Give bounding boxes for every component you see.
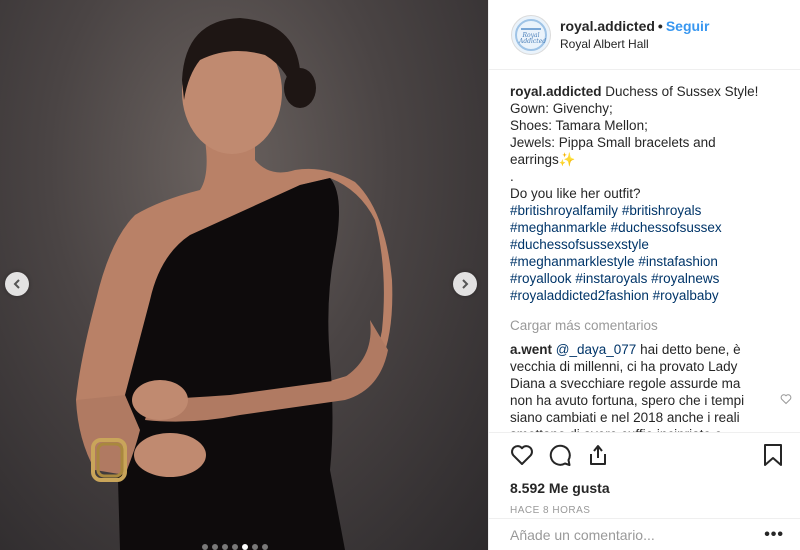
post-timestamp: HACE 8 HORAS [510,505,591,516]
share-button[interactable] [586,443,610,467]
caption-username[interactable]: royal.addicted [510,84,602,99]
comment-username[interactable]: a.went [510,342,552,357]
avatar-logo-text: Royal Addicted [519,31,547,45]
location-link[interactable]: Royal Albert Hall [560,37,709,51]
post-photo[interactable] [0,0,488,550]
hashtag-link[interactable]: #meghanmarkle [510,220,607,235]
post-actions: 8.592 Me gusta HACE 8 HORAS [489,432,800,516]
load-more-comments-button[interactable]: Cargar más comentarios [510,318,778,333]
hashtag-link[interactable]: #britishroyalfamily [510,203,618,218]
hashtag-link[interactable]: #royalnews [651,271,719,286]
hashtag-link[interactable]: #royaladdicted2fashion [510,288,649,303]
carousel-dot [232,544,238,550]
hashtag-link[interactable]: #royalbaby [653,288,719,303]
chevron-right-icon [462,279,469,289]
save-button[interactable] [762,443,784,467]
comment-bubble-icon [549,444,571,466]
carousel-dot [212,544,218,550]
post-header: Royal Addicted royal.addicted • Seguir Roy… [489,0,800,70]
hashtag-link[interactable]: #britishroyals [622,203,702,218]
avatar[interactable]: Royal Addicted [511,14,551,55]
chevron-left-icon [13,279,20,289]
like-button[interactable] [510,443,534,467]
caption-line: Jewels: Pippa Small bracelets and [510,135,716,150]
more-options-button[interactable]: ••• [764,526,784,544]
hashtag-link[interactable]: #meghanmarklestyle [510,254,635,269]
comment-item: a.went @_daya_077 hai detto bene, è vecc… [510,341,792,432]
next-slide-button[interactable] [453,272,477,296]
share-icon [590,445,606,465]
comments-area[interactable]: royal.addicted Duchess of Sussex Style! … [489,71,800,432]
hashtag-link[interactable]: #instafashion [638,254,718,269]
comment-button[interactable] [548,443,572,467]
sparkle-emoji: ✨ [558,152,576,167]
post-author-username[interactable]: royal.addicted [560,18,655,34]
caption-line: Shoes: Tamara Mellon; [510,118,648,133]
carousel-dot [252,544,258,550]
comment-input[interactable]: Añade un comentario... [510,527,764,543]
caption-line: . [510,169,514,184]
caption-line: earrings [510,152,559,167]
likes-count[interactable]: 8.592 Me gusta [510,480,784,496]
hashtag-link[interactable]: #duchessofsussex [611,220,722,235]
carousel-dot [202,544,208,550]
post-sidebar: Royal Addicted royal.addicted • Seguir Roy… [488,0,800,550]
heart-icon [511,445,533,465]
hashtag-link[interactable]: #royallook [510,271,572,286]
bookmark-icon [764,444,782,466]
hashtag-link[interactable]: #duchessofsussexstyle [510,237,649,252]
add-comment-bar: Añade un comentario... ••• [489,518,800,550]
crown-icon [521,22,541,30]
carousel-dot [242,544,248,550]
follow-button[interactable]: Seguir [666,18,710,34]
comment-mention[interactable]: @_daya_077 [556,342,637,357]
like-comment-button[interactable] [780,392,792,409]
hashtag-link[interactable]: #instaroyals [575,271,647,286]
caption-line: Duchess of Sussex Style! [605,84,759,99]
carousel-dot [222,544,228,550]
caption-line: Gown: Givenchy; [510,101,613,116]
caption-line: Do you like her outfit? [510,186,641,201]
photo-woman-black-dress [76,18,393,550]
previous-slide-button[interactable] [5,272,29,296]
carousel-dot [262,544,268,550]
carousel-indicator [202,544,268,550]
post-caption: royal.addicted Duchess of Sussex Style! … [510,83,778,304]
small-heart-icon [780,394,792,405]
instagram-post: Royal Addicted royal.addicted • Seguir Roy… [0,0,800,550]
header-separator: • [657,18,663,34]
